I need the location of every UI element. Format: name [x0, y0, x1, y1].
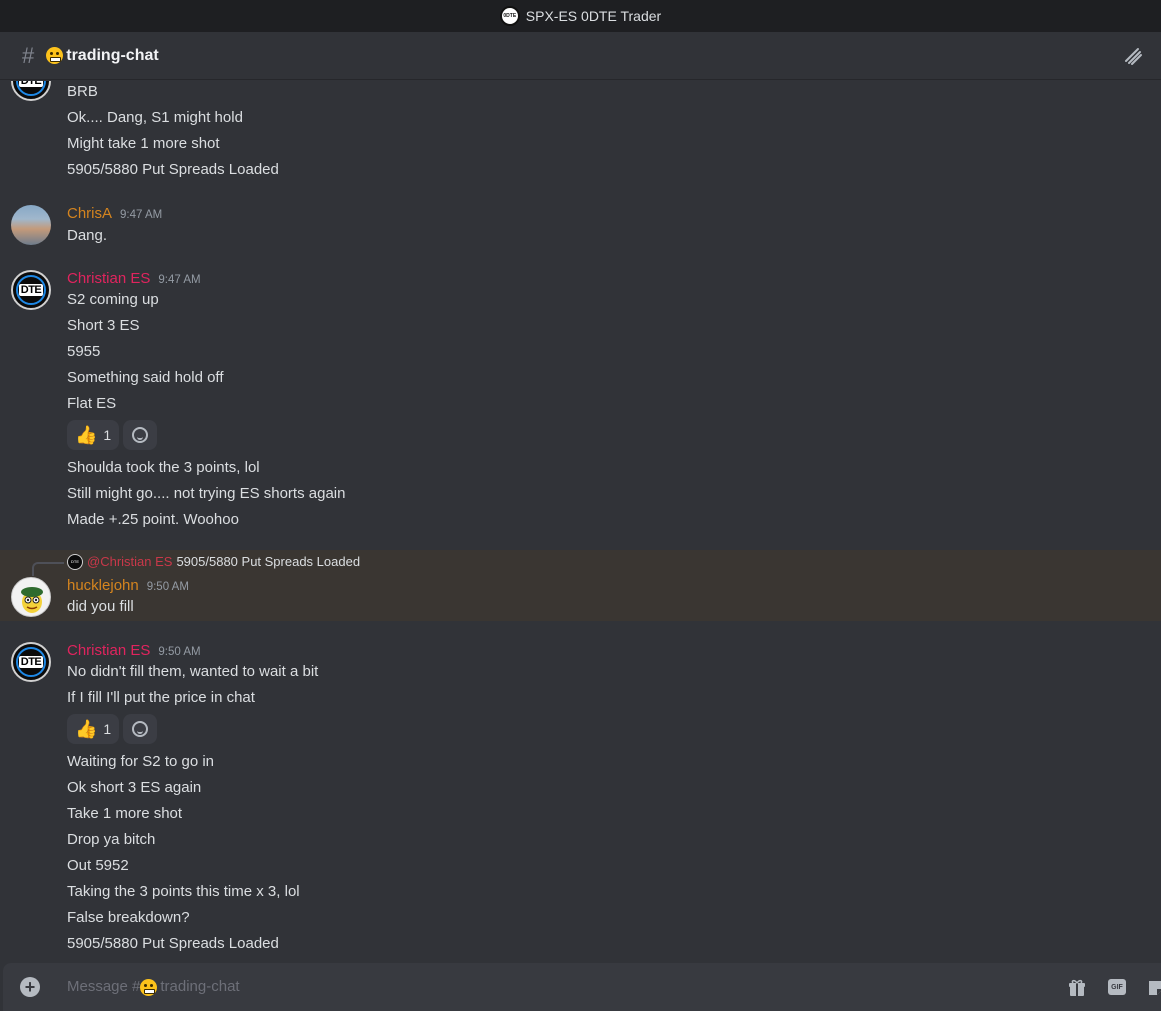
thumbs-up-icon: 👍 [75, 718, 98, 739]
reaction-count: 1 [103, 721, 112, 737]
reply-mention[interactable]: @Christian ES [87, 553, 172, 571]
message-timestamp: 9:50 AM [146, 581, 189, 593]
message-text: Shoulda took the 3 points, lol [67, 459, 260, 476]
window-title-bar: 0DTE SPX-ES 0DTE Trader [0, 0, 1161, 32]
grinning-face-icon [46, 47, 64, 64]
reaction-thumbs-up[interactable]: 👍 1 [67, 420, 120, 450]
smiley-icon [132, 427, 148, 443]
gift-icon[interactable] [1068, 979, 1086, 997]
message-composer[interactable]: + Message # trading-chat GIF [3, 963, 1161, 1011]
threads-icon[interactable] [1123, 46, 1143, 66]
sticker-icon[interactable] [1147, 979, 1161, 997]
message-text: Short 3 ES [67, 317, 140, 334]
message-text: Dang. [67, 227, 108, 244]
message-text: did you fill [67, 598, 134, 615]
message-text: No didn't fill them, wanted to wait a bi… [67, 663, 319, 680]
message-input[interactable]: Message # trading-chat [67, 977, 240, 997]
message-text: Ok short 3 ES again [67, 779, 202, 796]
channel-name-label: trading-chat [66, 46, 159, 64]
thumbs-up-icon: 👍 [75, 424, 98, 445]
message-author[interactable]: ChrisA 9:47 AM [67, 204, 162, 225]
placeholder-prefix: Message # [67, 978, 141, 995]
channel-header: # trading-chat [0, 32, 1161, 80]
message-text: Out 5952 [67, 857, 129, 874]
message-text: If I fill I'll put the price in chat [67, 689, 255, 706]
add-reaction-button[interactable] [123, 420, 157, 450]
placeholder-channel: trading-chat [160, 978, 240, 995]
message-timestamp: 9:50 AM [158, 646, 201, 658]
window-title: SPX-ES 0DTE Trader [525, 8, 662, 24]
message-text: Made +.25 point. Woohoo [67, 511, 239, 528]
message-text: Still might go.... not trying ES shorts … [67, 485, 346, 502]
grinning-face-icon [140, 978, 158, 996]
reply-reference[interactable]: DTE @Christian ES 5905/5880 Put Spreads … [67, 553, 360, 571]
reply-avatar: DTE [67, 554, 83, 570]
avatar[interactable]: DTE [11, 642, 51, 682]
reaction-count: 1 [103, 427, 112, 443]
channel-name[interactable]: trading-chat [46, 46, 159, 65]
add-reaction-button[interactable] [123, 714, 157, 744]
message-text: Waiting for S2 to go in [67, 753, 215, 770]
message-text: BRB [67, 83, 98, 100]
message-text: 5905/5880 Put Spreads Loaded [67, 161, 279, 178]
gif-button[interactable]: GIF [1108, 979, 1126, 997]
message-list[interactable]: DTE BRB Ok.... Dang, S1 might hold Might… [0, 81, 1161, 961]
message-timestamp: 9:47 AM [120, 209, 163, 221]
message-author[interactable]: Christian ES 9:50 AM [67, 641, 201, 662]
message-text: 5905/5880 Put Spreads Loaded [67, 935, 279, 952]
message-timestamp: 9:47 AM [158, 274, 201, 286]
gif-icon: GIF [1108, 979, 1126, 995]
avatar[interactable] [11, 205, 51, 245]
message-text: S2 coming up [67, 291, 159, 308]
avatar[interactable] [11, 577, 51, 617]
message-text: Take 1 more shot [67, 805, 183, 822]
message-author[interactable]: hucklejohn 9:50 AM [67, 576, 189, 597]
avatar[interactable]: DTE [11, 270, 51, 310]
message-text: Something said hold off [67, 369, 224, 386]
message-author[interactable]: Christian ES 9:47 AM [67, 269, 201, 290]
message-text: Taking the 3 points this time x 3, lol [67, 883, 300, 900]
attach-plus-icon[interactable]: + [20, 977, 40, 997]
smiley-icon [132, 721, 148, 737]
message-text: Drop ya bitch [67, 831, 156, 848]
message-text: 5955 [67, 343, 101, 360]
server-logo-icon: 0DTE [499, 6, 520, 26]
reaction-thumbs-up[interactable]: 👍 1 [67, 714, 120, 744]
message-text: Might take 1 more shot [67, 135, 220, 152]
reply-snippet[interactable]: 5905/5880 Put Spreads Loaded [176, 553, 360, 571]
message-text: Flat ES [67, 395, 117, 412]
message-text: False breakdown? [67, 909, 190, 926]
reply-connector [32, 562, 64, 576]
avatar[interactable]: DTE [11, 81, 51, 101]
channel-hash-icon: # [22, 42, 35, 68]
message-text: Ok.... Dang, S1 might hold [67, 109, 243, 126]
